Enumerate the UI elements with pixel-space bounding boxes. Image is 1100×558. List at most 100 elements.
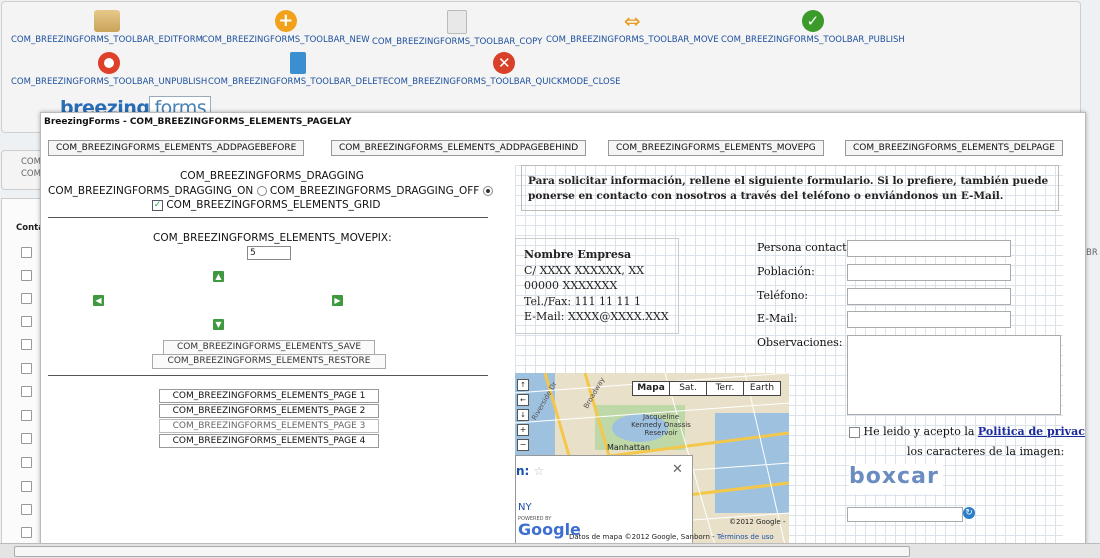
map-type-terr[interactable]: Terr. bbox=[706, 381, 744, 396]
move-left-icon[interactable]: ◀ bbox=[93, 295, 104, 306]
row-checkbox[interactable] bbox=[21, 316, 32, 327]
dragging-options: COM_BREEZINGFORMS_DRAGGING_ON COM_BREEZI… bbox=[48, 185, 493, 197]
save-button[interactable]: COM_BREEZINGFORMS_ELEMENTS_SAVE bbox=[163, 340, 375, 355]
popup-link[interactable]: NY bbox=[518, 502, 532, 513]
row-checkbox[interactable] bbox=[21, 363, 32, 374]
editform-button[interactable]: COM_BREEZINGFORMS_TOOLBAR_EDITFORM bbox=[11, 10, 203, 45]
map-type-sat[interactable]: Sat. bbox=[669, 381, 707, 396]
accept-text: He leido y acepto la bbox=[863, 425, 975, 438]
move-page-button[interactable]: COM_BREEZINGFORMS_ELEMENTS_MOVEPG bbox=[608, 140, 824, 156]
map-type-mapa[interactable]: Mapa bbox=[632, 381, 670, 396]
map-zoom-controls: ↑ ← ↓ + − bbox=[517, 379, 529, 451]
move-right-icon[interactable]: ▶ bbox=[332, 295, 343, 306]
privacy-checkbox[interactable] bbox=[849, 426, 860, 438]
unpublish-circle-icon bbox=[98, 52, 121, 74]
town-label: Población: bbox=[757, 265, 815, 278]
map-info-popup: n: ☆ ✕ NY POWERED BY Google bbox=[515, 455, 693, 545]
row-checkbox[interactable] bbox=[21, 293, 32, 304]
attribution-text: Datos de mapa ©2012 Google, Sanborn - bbox=[569, 533, 715, 541]
privacy-policy-link[interactable]: Politica de privacidad bbox=[978, 425, 1085, 438]
reservoir-label: Jacqueline Kennedy Onassis Reservoir bbox=[631, 413, 691, 437]
star-icon[interactable]: ☆ bbox=[534, 464, 545, 478]
pan-left-icon[interactable]: ← bbox=[517, 394, 529, 406]
dragging-off-radio[interactable] bbox=[482, 186, 493, 196]
map-type-earth[interactable]: Earth bbox=[743, 381, 781, 396]
unpublish-button[interactable]: COM_BREEZINGFORMS_TOOLBAR_UNPUBLISH bbox=[11, 52, 207, 87]
copy-button[interactable]: COM_BREEZINGFORMS_TOOLBAR_COPY bbox=[372, 10, 542, 47]
movepix-input[interactable]: 5 bbox=[247, 246, 291, 260]
background-com-2: COM bbox=[21, 169, 41, 179]
quickmode-close-button[interactable]: ✕ COM_BREEZINGFORMS_TOOLBAR_QUICKMODE_CL… bbox=[388, 52, 620, 87]
captcha-image: boxcar bbox=[849, 464, 943, 494]
town-input[interactable] bbox=[847, 264, 1011, 281]
close-icon: ✕ bbox=[493, 52, 516, 74]
email-label: E-Mail: bbox=[757, 312, 798, 325]
form-preview: Para solicitar información, rellene el s… bbox=[515, 165, 1085, 545]
row-checkbox[interactable] bbox=[21, 433, 32, 444]
editform-label: COM_BREEZINGFORMS_TOOLBAR_EDITFORM bbox=[11, 35, 203, 45]
manhattan-label: Manhattan bbox=[607, 443, 651, 452]
delete-button[interactable]: COM_BREEZINGFORMS_TOOLBAR_DELETE bbox=[208, 52, 388, 87]
captcha-instruction: los caracteres de la imagen: bbox=[907, 445, 1065, 458]
background-com-1: COM bbox=[21, 157, 41, 167]
move-down-icon[interactable]: ▼ bbox=[213, 319, 224, 330]
add-page-behind-button[interactable]: COM_BREEZINGFORMS_ELEMENTS_ADDPAGEBEHIND bbox=[331, 140, 587, 156]
row-checkbox[interactable] bbox=[21, 386, 32, 397]
pan-up-icon[interactable]: ↑ bbox=[517, 379, 529, 391]
refresh-icon[interactable]: ↻ bbox=[963, 507, 975, 519]
zoom-in-icon[interactable]: + bbox=[517, 424, 529, 436]
dialog-title: BreezingForms - COM_BREEZINGFORMS_ELEMEN… bbox=[44, 117, 352, 127]
address-city: 00000 XXXXXXX bbox=[524, 279, 618, 292]
map-attribution: Datos de mapa ©2012 Google, Sanborn - Té… bbox=[569, 533, 774, 541]
move-up-icon[interactable]: ▲ bbox=[213, 271, 224, 282]
row-checkbox[interactable] bbox=[21, 504, 32, 515]
address-street: C/ XXXX XXXXXX, XX bbox=[524, 263, 645, 277]
dragging-on-radio[interactable] bbox=[256, 186, 267, 196]
publish-button[interactable]: ✓ COM_BREEZINGFORMS_TOOLBAR_PUBLISH bbox=[721, 10, 905, 45]
dragging-label: COM_BREEZINGFORMS_DRAGGING bbox=[180, 170, 364, 182]
movepix-label: COM_BREEZINGFORMS_ELEMENTS_MOVEPIX: bbox=[153, 232, 392, 244]
close-icon[interactable]: ✕ bbox=[672, 462, 683, 477]
company-name: Nombre Empresa bbox=[524, 248, 632, 261]
row-checkbox[interactable] bbox=[21, 247, 32, 258]
captcha-input[interactable] bbox=[847, 507, 963, 522]
contact-input[interactable] bbox=[847, 240, 1011, 257]
scrollbar-thumb[interactable] bbox=[14, 546, 910, 557]
email-input[interactable] bbox=[847, 311, 1011, 328]
quickmode-close-label: COM_BREEZINGFORMS_TOOLBAR_QUICKMODE_CLOS… bbox=[388, 77, 621, 87]
notes-textarea[interactable] bbox=[847, 335, 1061, 415]
new-button[interactable]: + COM_BREEZINGFORMS_TOOLBAR_NEW bbox=[202, 10, 370, 45]
grid-option: ✓ COM_BREEZINGFORMS_ELEMENTS_GRID bbox=[152, 199, 380, 211]
grid-checkbox[interactable]: ✓ bbox=[152, 199, 163, 211]
restore-button[interactable]: COM_BREEZINGFORMS_ELEMENTS_RESTORE bbox=[152, 354, 386, 369]
google-map[interactable]: Jacqueline Kennedy Onassis Reservoir Man… bbox=[515, 373, 789, 545]
row-checkbox[interactable] bbox=[21, 481, 32, 492]
contact-label: Persona contacto: bbox=[757, 241, 857, 254]
page-4-button[interactable]: COM_BREEZINGFORMS_ELEMENTS_PAGE 4 bbox=[159, 434, 379, 448]
unpublish-label: COM_BREEZINGFORMS_TOOLBAR_UNPUBLISH bbox=[11, 77, 208, 87]
move-button[interactable]: ⇔ COM_BREEZINGFORMS_TOOLBAR_MOVE bbox=[546, 10, 719, 45]
row-checkbox[interactable] bbox=[21, 270, 32, 281]
horizontal-scrollbar[interactable] bbox=[0, 543, 1100, 558]
delete-page-button[interactable]: COM_BREEZINGFORMS_ELEMENTS_DELPAGE bbox=[845, 140, 1063, 156]
row-checkbox[interactable] bbox=[21, 410, 32, 421]
checkmark-icon: ✓ bbox=[801, 10, 824, 32]
terms-link[interactable]: Términos de uso bbox=[717, 533, 774, 541]
page-3-button[interactable]: COM_BREEZINGFORMS_ELEMENTS_PAGE 3 bbox=[159, 419, 379, 433]
notes-label: Observaciones: bbox=[757, 336, 843, 349]
page-2-button[interactable]: COM_BREEZINGFORMS_ELEMENTS_PAGE 2 bbox=[159, 404, 379, 418]
divider bbox=[48, 375, 488, 376]
phone-label: Teléfono: bbox=[757, 289, 809, 302]
intro-text: Para solicitar información, rellene el s… bbox=[521, 165, 1059, 211]
page-1-button[interactable]: COM_BREEZINGFORMS_ELEMENTS_PAGE 1 bbox=[159, 389, 379, 403]
row-checkbox[interactable] bbox=[21, 527, 32, 538]
phone-input[interactable] bbox=[847, 288, 1011, 305]
add-page-before-button[interactable]: COM_BREEZINGFORMS_ELEMENTS_ADDPAGEBEFORE bbox=[48, 140, 305, 156]
background-right-label: BR bbox=[1086, 248, 1098, 258]
zoom-out-icon[interactable]: − bbox=[517, 439, 529, 451]
popup-title: n: ☆ bbox=[516, 464, 544, 478]
dragging-on-label: COM_BREEZINGFORMS_DRAGGING_ON bbox=[48, 185, 254, 197]
row-checkbox[interactable] bbox=[21, 339, 32, 350]
pan-down-icon[interactable]: ↓ bbox=[517, 409, 529, 421]
row-checkbox[interactable] bbox=[21, 457, 32, 468]
